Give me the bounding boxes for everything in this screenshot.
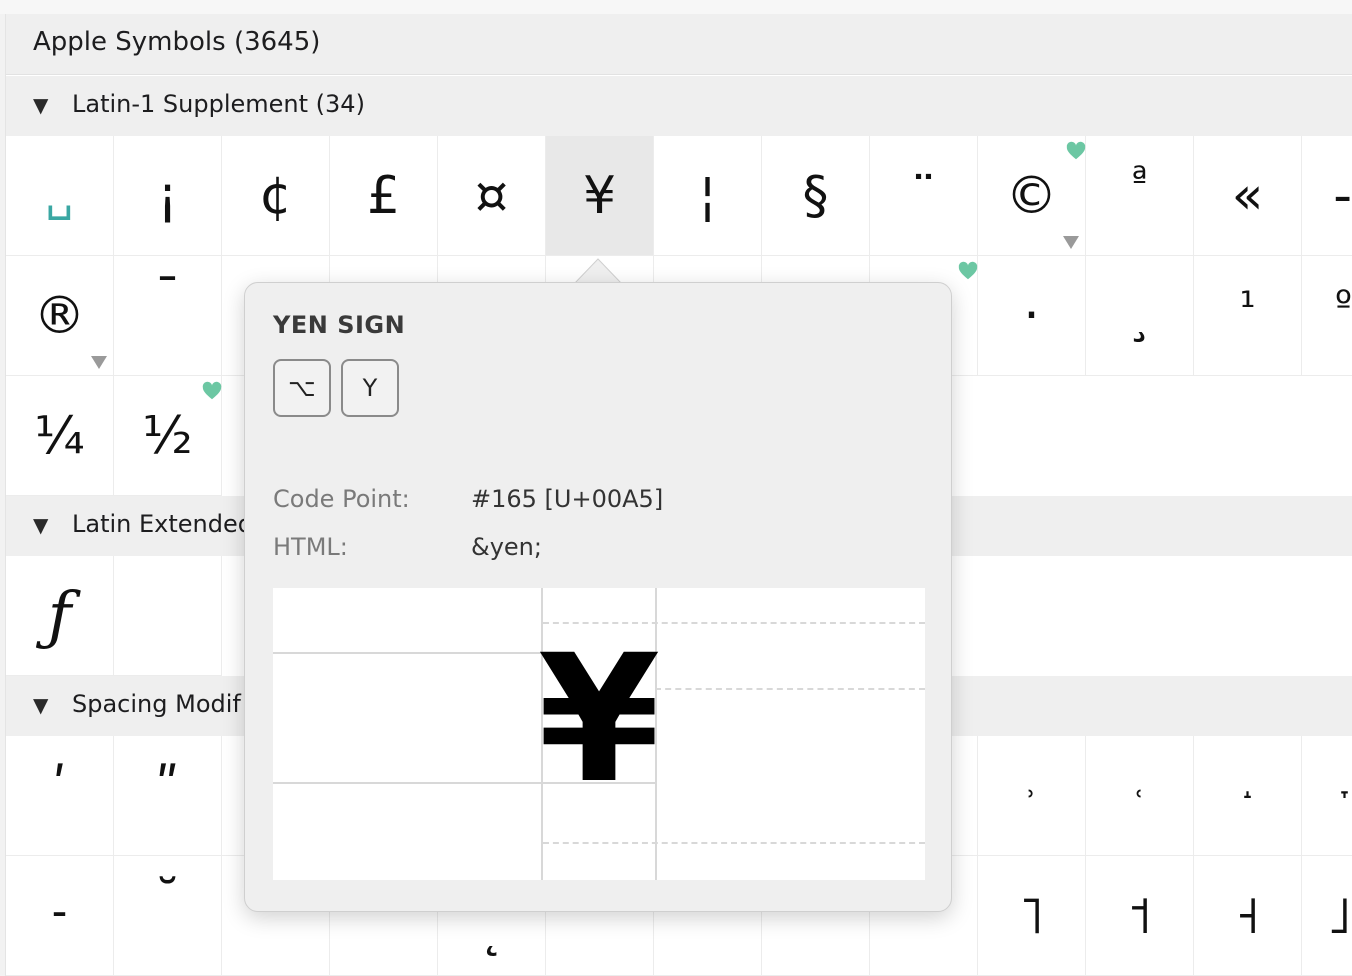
character-info-popover: YEN SIGN ⌥ Y Code Point: #165 [U+00A5] H…: [244, 282, 952, 912]
glyph: ˦: [1126, 885, 1153, 946]
glyph-cell[interactable]: ª: [1086, 136, 1194, 256]
glyph: ˥: [1018, 885, 1045, 946]
glyph-cell[interactable]: ƒ: [6, 556, 114, 676]
disclosure-triangle-icon[interactable]: ▼: [33, 513, 48, 537]
glyph: ˒: [1026, 778, 1037, 813]
glyph: ␣: [45, 170, 74, 221]
html-label: HTML:: [273, 533, 348, 561]
glyph: ¼: [34, 405, 85, 466]
glyph: ¢: [258, 165, 293, 226]
window-top-strip: [0, 0, 1352, 14]
glyph-cell[interactable]: ˥: [978, 856, 1086, 976]
glyph: ª: [1131, 160, 1148, 200]
variants-triangle-icon[interactable]: [1063, 236, 1079, 249]
code-point-label: Code Point:: [273, 485, 410, 513]
disclosure-triangle-icon[interactable]: ▼: [33, 693, 48, 717]
glyph: º: [1335, 284, 1352, 325]
code-point-value: #165 [U+00A5]: [471, 485, 664, 513]
glyph-cell[interactable]: ¡: [114, 136, 222, 256]
glyph: ¹: [1239, 284, 1256, 330]
glyph-cell[interactable]: ˘: [114, 856, 222, 976]
glyph: ˓: [1134, 778, 1145, 813]
glyph-cell[interactable]: ¨: [870, 136, 978, 256]
section-title: Spacing Modif: [72, 690, 241, 718]
glyph-cell[interactable]: ¹: [1194, 256, 1302, 376]
glyph: ʹ: [52, 758, 67, 818]
glyph-cell[interactable]: ½: [114, 376, 222, 496]
glyph-preview: ¥: [273, 588, 925, 880]
popover-arrow: [574, 258, 622, 284]
glyph: -: [1333, 165, 1352, 226]
glyph: ˗: [51, 881, 68, 941]
glyph: ƒ: [47, 578, 72, 653]
glyph: ·: [1023, 285, 1040, 346]
glyph-cell[interactable]: «: [1194, 136, 1302, 256]
glyph-cell[interactable]: ¯: [114, 256, 222, 376]
glyph: ˩: [1326, 885, 1352, 946]
glyph-row: ␣ ¡ ¢ £ ¤ ¥ ¦ § ¨ © ª « -: [6, 136, 1352, 256]
glyph-cell[interactable]: ¦: [654, 136, 762, 256]
glyph-cell[interactable]: ·: [978, 256, 1086, 376]
glyph-cell[interactable]: º: [1302, 256, 1352, 376]
favorite-heart-icon: [202, 381, 222, 400]
glyph: ¤: [474, 165, 509, 226]
glyph-cell[interactable]: ©: [978, 136, 1086, 256]
glyph-cell[interactable]: ʹ: [6, 736, 114, 856]
y-key: Y: [341, 359, 399, 417]
character-name: YEN SIGN: [273, 311, 406, 339]
glyph: §: [802, 165, 829, 226]
glyph-cell[interactable]: ˔: [1194, 736, 1302, 856]
glyph-cell[interactable]: ¤: [438, 136, 546, 256]
glyph-cell[interactable]: £: [330, 136, 438, 256]
glyph: ˕: [1337, 778, 1352, 813]
section-header-latin1[interactable]: ▼ Latin-1 Supplement (34): [6, 76, 1352, 136]
glyph-cell[interactable]: [114, 556, 222, 676]
preview-dashed-line: [543, 842, 925, 844]
glyph: [114, 556, 221, 675]
font-group-label: Apple Symbols (3645): [33, 27, 321, 57]
glyph: ¸: [1126, 285, 1153, 345]
glyph-cell[interactable]: ˕: [1302, 736, 1352, 856]
glyph: ¥: [582, 165, 617, 226]
glyph: ˧: [1234, 885, 1261, 946]
font-group-header[interactable]: Apple Symbols (3645): [6, 14, 1352, 75]
preview-guide-line: [273, 652, 543, 654]
favorite-heart-icon: [958, 261, 978, 280]
glyph: ¡: [157, 165, 178, 226]
section-title: Latin Extended: [72, 510, 253, 538]
glyph-cell[interactable]: ʺ: [114, 736, 222, 856]
section-title: Latin-1 Supplement (34): [72, 90, 365, 118]
preview-glyph: ¥: [537, 617, 661, 822]
glyph-cell[interactable]: ˦: [1086, 856, 1194, 976]
glyph-cell[interactable]: ␣: [6, 136, 114, 256]
glyph-cell[interactable]: ˧: [1194, 856, 1302, 976]
glyph: ˔: [1240, 778, 1255, 813]
glyph: ¨: [910, 165, 937, 226]
glyph: ʺ: [155, 758, 180, 818]
glyph-cell[interactable]: ˒: [978, 736, 1086, 856]
preview-dashed-line: [655, 688, 925, 690]
glyph-cell[interactable]: ¼: [6, 376, 114, 496]
glyph-cell[interactable]: ˓: [1086, 736, 1194, 856]
favorite-heart-icon: [1066, 141, 1086, 160]
glyph: ¦: [698, 165, 717, 226]
variants-triangle-icon[interactable]: [91, 356, 107, 369]
glyph-cell[interactable]: ˩: [1302, 856, 1352, 976]
glyph-cell[interactable]: ¸: [1086, 256, 1194, 376]
glyph: £: [366, 165, 401, 226]
option-key-icon: ⌥: [273, 359, 331, 417]
glyph-cell[interactable]: ®: [6, 256, 114, 376]
glyph-cell[interactable]: ˗: [6, 856, 114, 976]
glyph-cell-selected[interactable]: ¥: [546, 136, 654, 256]
glyph-cell[interactable]: ¢: [222, 136, 330, 256]
glyph-cell[interactable]: -: [1302, 136, 1352, 256]
glyph: ˘: [154, 870, 181, 930]
glyph: «: [1231, 165, 1264, 226]
html-value: &yen;: [471, 533, 542, 561]
glyph-cell[interactable]: §: [762, 136, 870, 256]
glyph: ¯: [154, 268, 181, 328]
disclosure-triangle-icon[interactable]: ▼: [33, 93, 48, 117]
